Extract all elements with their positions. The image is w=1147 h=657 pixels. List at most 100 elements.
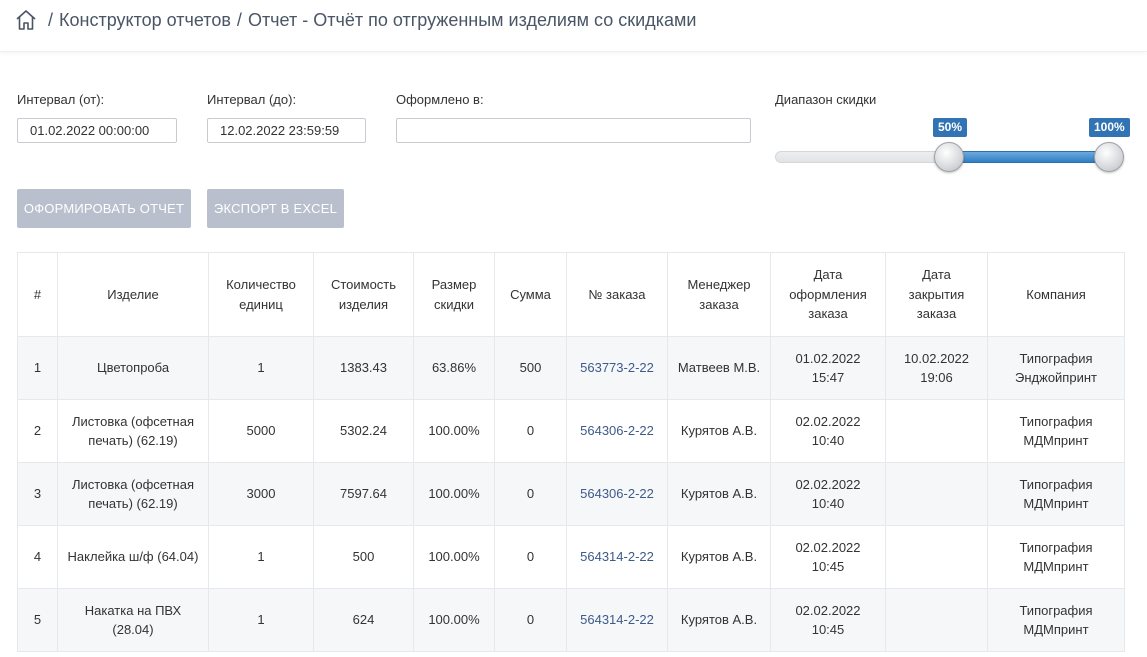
column-header: № заказа — [566, 252, 668, 337]
column-header: Изделие — [57, 252, 209, 337]
cell-sum: 500 — [494, 336, 567, 400]
cell-product: Цветопроба — [57, 336, 209, 400]
discount-range-label: Диапазон скидки — [775, 92, 877, 107]
interval-from-input[interactable] — [17, 118, 177, 143]
cell-created-date: 02.02.2022 10:40 — [770, 399, 886, 463]
cell-created-date: 02.02.2022 10:45 — [770, 588, 886, 652]
column-header: Стоимость изделия — [313, 252, 414, 337]
cell-sum: 0 — [494, 525, 567, 589]
cell-index: 5 — [17, 588, 58, 652]
cell-manager: Курятов А.В. — [667, 588, 771, 652]
cell-cost: 500 — [313, 525, 414, 589]
top-bar: / Конструктор отчетов / Отчет - Отчёт по… — [0, 0, 1147, 52]
discount-max-badge: 100% — [1089, 118, 1130, 137]
cell-discount: 100.00% — [413, 462, 495, 526]
discount-slider-range — [949, 151, 1109, 163]
cell-quantity: 1 — [208, 588, 314, 652]
cell-product: Листовка (офсетная печать) (62.19) — [57, 399, 209, 463]
interval-to-input[interactable] — [207, 118, 366, 143]
cell-index: 4 — [17, 525, 58, 589]
table-row: 4 Наклейка ш/ф (64.04) 1 500 100.00% 0 5… — [17, 525, 1125, 589]
cell-index: 1 — [17, 336, 58, 400]
order-link[interactable]: 564314-2-22 — [580, 549, 654, 564]
cell-quantity: 5000 — [208, 399, 314, 463]
cell-sum: 0 — [494, 462, 567, 526]
table-header-row: # Изделие Количество единиц Стоимость из… — [17, 252, 1125, 337]
cell-manager: Матвеев М.В. — [667, 336, 771, 400]
cell-created-date: 02.02.2022 10:45 — [770, 525, 886, 589]
page-title: Отчет - Отчёт по отгруженным изделиям со… — [247, 9, 697, 30]
generate-report-button[interactable]: Оформировать отчет — [17, 189, 191, 228]
cell-order: 563773-2-22 — [566, 336, 668, 400]
discount-min-badge: 50% — [933, 118, 968, 137]
order-link[interactable]: 564306-2-22 — [580, 423, 654, 438]
cell-order: 564306-2-22 — [566, 462, 668, 526]
export-excel-button[interactable]: Экспорт в Excel — [207, 189, 344, 228]
table-row: 2 Листовка (офсетная печать) (62.19) 500… — [17, 399, 1125, 463]
cell-company: Типография МДМпринт — [987, 399, 1125, 463]
cell-index: 3 — [17, 462, 58, 526]
order-link[interactable]: 564314-2-22 — [580, 612, 654, 627]
cell-cost: 1383.43 — [313, 336, 414, 400]
column-header: Сумма — [494, 252, 567, 337]
cell-closed-date: 10.02.2022 19:06 — [885, 336, 988, 400]
column-header: Количество единиц — [208, 252, 314, 337]
cell-order: 564306-2-22 — [566, 399, 668, 463]
cell-manager: Курятов А.В. — [667, 462, 771, 526]
cell-manager: Курятов А.В. — [667, 525, 771, 589]
interval-from-label: Интервал (от): — [17, 92, 105, 107]
order-link[interactable]: 564306-2-22 — [580, 486, 654, 501]
cell-sum: 0 — [494, 399, 567, 463]
cell-discount: 100.00% — [413, 399, 495, 463]
breadcrumb-separator: / — [48, 9, 54, 30]
column-header: Дата оформления заказа — [770, 252, 886, 337]
column-header: Компания — [987, 252, 1125, 337]
cell-created-date: 02.02.2022 10:40 — [770, 462, 886, 526]
cell-cost: 7597.64 — [313, 462, 414, 526]
cell-quantity: 1 — [208, 525, 314, 589]
table-row: 1 Цветопроба 1 1383.43 63.86% 500 563773… — [17, 336, 1125, 400]
breadcrumb: / Конструктор отчетов / Отчет - Отчёт по… — [14, 8, 696, 32]
column-header: # — [17, 252, 58, 337]
table-row: 5 Накатка на ПВХ (28.04) 1 624 100.00% 0… — [17, 588, 1125, 652]
cell-closed-date — [885, 525, 988, 589]
cell-discount: 63.86% — [413, 336, 495, 400]
cell-company: Типография Энджойпринт — [987, 336, 1125, 400]
discount-min-handle[interactable] — [934, 142, 964, 172]
cell-closed-date — [885, 588, 988, 652]
cell-order: 564314-2-22 — [566, 588, 668, 652]
discount-max-handle[interactable] — [1094, 142, 1124, 172]
report-table-container: # Изделие Количество единиц Стоимость из… — [17, 252, 1125, 652]
cell-product: Накатка на ПВХ (28.04) — [57, 588, 209, 652]
cell-created-date: 01.02.2022 15:47 — [770, 336, 886, 400]
breadcrumb-report-builder[interactable]: Конструктор отчетов — [59, 10, 231, 31]
report-table: # Изделие Количество единиц Стоимость из… — [17, 252, 1125, 652]
issued-in-label: Оформлено в: — [396, 92, 484, 107]
cell-quantity: 1 — [208, 336, 314, 400]
cell-cost: 5302.24 — [313, 399, 414, 463]
cell-order: 564314-2-22 — [566, 525, 668, 589]
home-icon[interactable] — [14, 8, 38, 32]
issued-in-input[interactable] — [396, 118, 751, 143]
table-row: 3 Листовка (офсетная печать) (62.19) 300… — [17, 462, 1125, 526]
interval-to-label: Интервал (до): — [207, 92, 297, 107]
cell-index: 2 — [17, 399, 58, 463]
column-header: Размер скидки — [413, 252, 495, 337]
cell-discount: 100.00% — [413, 525, 495, 589]
cell-company: Типография МДМпринт — [987, 462, 1125, 526]
cell-closed-date — [885, 399, 988, 463]
order-link[interactable]: 563773-2-22 — [580, 360, 654, 375]
column-header: Дата закрытия заказа — [885, 252, 988, 337]
cell-cost: 624 — [313, 588, 414, 652]
column-header: Менеджер заказа — [667, 252, 771, 337]
cell-manager: Курятов А.В. — [667, 399, 771, 463]
cell-sum: 0 — [494, 588, 567, 652]
cell-product: Наклейка ш/ф (64.04) — [57, 525, 209, 589]
cell-quantity: 3000 — [208, 462, 314, 526]
cell-company: Типография МДМпринт — [987, 588, 1125, 652]
breadcrumb-separator: / — [236, 9, 242, 30]
cell-product: Листовка (офсетная печать) (62.19) — [57, 462, 209, 526]
cell-company: Типография МДМпринт — [987, 525, 1125, 589]
cell-discount: 100.00% — [413, 588, 495, 652]
cell-closed-date — [885, 462, 988, 526]
